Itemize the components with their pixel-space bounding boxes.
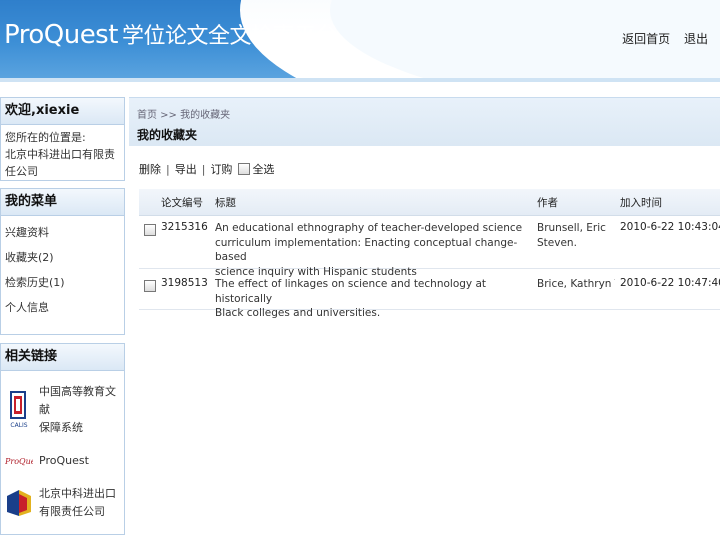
- row-title[interactable]: The effect of linkages on science and te…: [215, 277, 533, 321]
- breadcrumb-bar: 首页 >> 我的收藏夹 我的收藏夹: [129, 97, 720, 146]
- table-header: 论文编号 标题 作者 加入时间: [139, 189, 720, 216]
- export-button[interactable]: 导出: [175, 161, 197, 177]
- action-bar: 删除 | 导出 | 订购 全选: [139, 161, 274, 177]
- home-link[interactable]: 返回首页: [622, 32, 670, 46]
- table-row: 3215316 An educational ethnography of te…: [139, 216, 720, 278]
- proquest-logo-icon: ProQuest: [5, 457, 33, 466]
- related-link-calis[interactable]: CALIS 中国高等教育文献 保障系统: [5, 383, 120, 437]
- menu-item-profile[interactable]: 个人信息: [5, 295, 120, 320]
- row-checkbox[interactable]: [144, 224, 156, 236]
- row-author: Brice, Kathryn T: [537, 278, 615, 290]
- site-logo[interactable]: ProQuest 学位论文全文检索平台: [4, 18, 337, 50]
- related-links-panel: 相关链接 CALIS 中国高等教育文献 保障系统 ProQuest ProQue…: [0, 343, 125, 535]
- zhongke-logo-icon: [7, 490, 31, 516]
- row-id: 3198513: [161, 277, 208, 289]
- delete-button[interactable]: 删除: [139, 161, 161, 177]
- location-label: 您所在的位置是:: [5, 131, 86, 144]
- related-links-title: 相关链接: [1, 344, 124, 371]
- table-row: 3198513 The effect of linkages on scienc…: [139, 269, 720, 319]
- order-button[interactable]: 订购: [210, 161, 232, 177]
- menu-panel: 我的菜单 兴趣资料 收藏夹(2) 检索历史(1) 个人信息: [0, 188, 125, 335]
- logout-link[interactable]: 退出: [684, 32, 708, 46]
- calis-label-2: 保障系统: [39, 421, 83, 434]
- proquest-label: ProQuest: [39, 454, 89, 467]
- related-link-proquest[interactable]: ProQuest ProQuest: [5, 451, 120, 471]
- welcome-title: 欢迎,xiexie: [1, 98, 124, 125]
- breadcrumb[interactable]: 首页 >> 我的收藏夹: [129, 98, 720, 121]
- row-checkbox[interactable]: [144, 280, 156, 292]
- zhongke-label-2: 有限责任公司: [39, 505, 105, 518]
- row-id: 3215316: [161, 221, 208, 233]
- welcome-panel: 欢迎,xiexie 您所在的位置是: 北京中科进出口有限责任公司: [0, 97, 125, 181]
- menu-item-interests[interactable]: 兴趣资料: [5, 220, 120, 245]
- svg-text:ProQuest: ProQuest: [5, 457, 33, 466]
- action-separator: |: [166, 162, 170, 176]
- menu-title: 我的菜单: [1, 189, 124, 216]
- header-added-time: 加入时间: [620, 197, 662, 209]
- favorites-table: 论文编号 标题 作者 加入时间 3215316 An educational e…: [139, 189, 720, 319]
- header-title: 标题: [215, 197, 236, 209]
- calis-label-1: 中国高等教育文献: [39, 385, 116, 416]
- page-header: ProQuest 学位论文全文检索平台 返回首页 退出: [0, 0, 720, 78]
- page-title: 我的收藏夹: [137, 128, 198, 142]
- header-links: 返回首页 退出: [612, 30, 708, 47]
- zhongke-label-1: 北京中科进出口: [39, 487, 116, 500]
- menu-item-search-history[interactable]: 检索历史(1): [5, 270, 120, 295]
- row-author: Brunsell, Eric Steven.: [537, 222, 606, 249]
- logo-brand: ProQuest: [4, 20, 118, 50]
- svg-text:CALIS: CALIS: [10, 422, 27, 429]
- location-value: 北京中科进出口有限责任公司: [5, 148, 115, 178]
- action-separator: |: [201, 162, 206, 176]
- select-all-checkbox[interactable]: [238, 163, 251, 175]
- logo-title: 学位论文全文检索平台: [121, 24, 338, 49]
- row-added-time: 2010-6-22 10:47:40: [620, 277, 720, 289]
- header-id: 论文编号: [161, 197, 203, 209]
- header-author: 作者: [537, 197, 558, 209]
- main-content: 首页 >> 我的收藏夹 我的收藏夹 删除 | 导出 | 订购 全选 论文编号 标…: [129, 97, 720, 540]
- menu-item-favorites[interactable]: 收藏夹(2): [5, 245, 120, 270]
- select-all-label: 全选: [252, 163, 275, 176]
- calis-logo-icon: CALIS: [10, 391, 28, 429]
- related-link-zhongke[interactable]: 北京中科进出口 有限责任公司: [5, 485, 120, 521]
- row-added-time: 2010-6-22 10:43:04: [620, 221, 720, 233]
- header-divider: [0, 78, 720, 82]
